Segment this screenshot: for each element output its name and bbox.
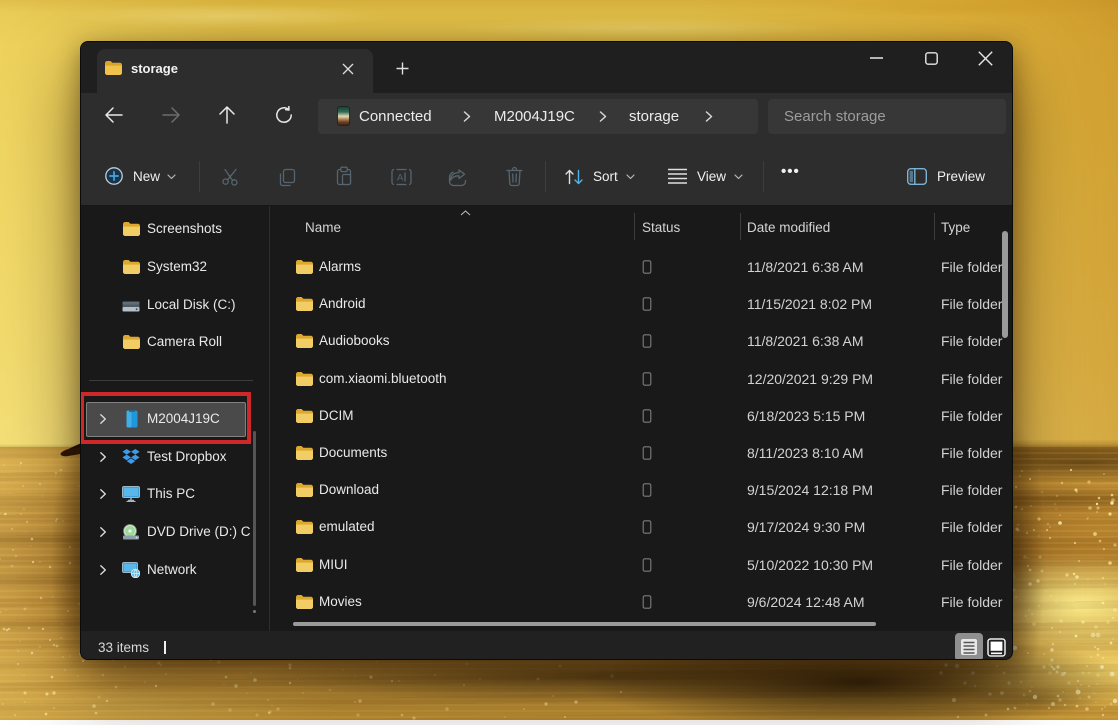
svg-text:A: A — [397, 173, 404, 184]
